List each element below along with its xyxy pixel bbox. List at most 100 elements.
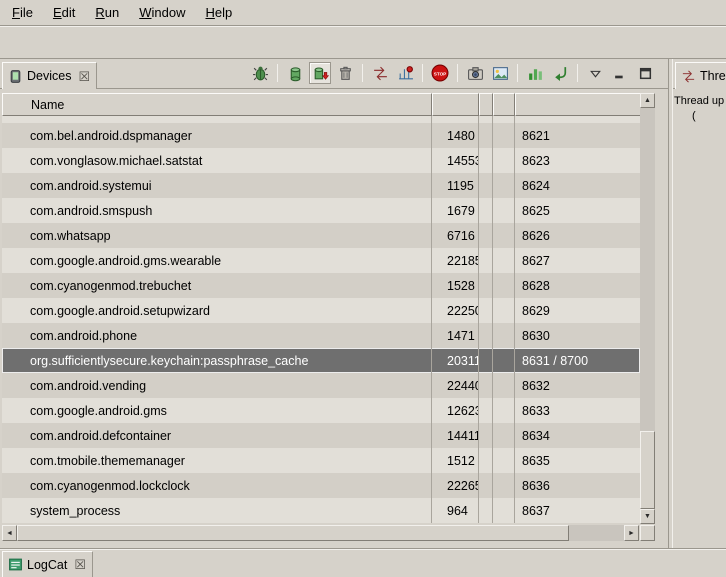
table-row[interactable]: com.cyanogenmod.trebuchet15288628 xyxy=(2,273,640,298)
column-header-thread[interactable] xyxy=(493,93,515,116)
cell-name xyxy=(2,116,432,123)
cell-heap xyxy=(479,116,493,123)
close-icon[interactable]: ☒ xyxy=(78,70,90,83)
cell-port: 8625 xyxy=(515,198,640,223)
menu-window[interactable]: Window xyxy=(129,1,195,24)
hierarchy-view-icon[interactable] xyxy=(489,62,511,84)
cell-pid: 1528 xyxy=(432,273,479,298)
screen-capture-icon[interactable] xyxy=(464,62,486,84)
update-heap-icon[interactable] xyxy=(284,62,306,84)
cause-gc-icon[interactable] xyxy=(334,62,356,84)
devices-view: Devices ☒ STOP Name xyxy=(0,59,669,548)
eclipse-window: FileEditRunWindowHelp Devices ☒ STOP Nam… xyxy=(0,0,726,577)
cell-name: com.vonglasow.michael.satstat xyxy=(2,148,432,173)
cell-heap xyxy=(479,348,493,373)
cell-heap xyxy=(479,198,493,223)
cell-name: com.android.phone xyxy=(2,323,432,348)
cell-name: com.tmobile.thememanager xyxy=(2,448,432,473)
stop-process-icon[interactable]: STOP xyxy=(429,62,451,84)
cell-pid: 1679 xyxy=(432,198,479,223)
scroll-left-icon[interactable]: ◄ xyxy=(2,525,17,541)
table-row[interactable]: org.sufficientlysecure.keychain:passphra… xyxy=(2,348,640,373)
tab-devices[interactable]: Devices ☒ xyxy=(2,62,97,89)
debug-process-icon[interactable] xyxy=(249,62,271,84)
cell-name: org.sufficientlysecure.keychain:passphra… xyxy=(2,348,432,373)
cell-thread xyxy=(493,198,515,223)
dump-hprof-icon[interactable] xyxy=(309,62,331,84)
cell-thread xyxy=(493,123,515,148)
table-row[interactable]: com.tmobile.thememanager15128635 xyxy=(2,448,640,473)
sysinfo-icon[interactable] xyxy=(524,62,546,84)
table-row[interactable]: com.google.android.setupwizard222508629 xyxy=(2,298,640,323)
cell-thread xyxy=(493,173,515,198)
cell-pid: 12623 xyxy=(432,398,479,423)
scroll-down-icon[interactable]: ▼ xyxy=(640,509,655,524)
tab-logcat[interactable]: LogCat ☒ xyxy=(2,551,93,577)
toolbar-separator xyxy=(457,64,458,82)
logcat-icon xyxy=(8,557,23,572)
scroll-right-icon[interactable]: ► xyxy=(624,525,639,541)
h-scroll-thumb[interactable] xyxy=(17,525,569,541)
method-profiling-icon[interactable] xyxy=(394,62,416,84)
table-row[interactable]: com.google.android.gms.wearable221858627 xyxy=(2,248,640,273)
cell-pid: 1512 xyxy=(432,448,479,473)
column-header-name[interactable]: Name xyxy=(2,93,432,116)
vertical-scrollbar[interactable]: ▲ ▼ xyxy=(640,93,655,524)
table-row[interactable]: com.bel.android.dspmanager1480 8621 xyxy=(2,123,640,148)
table-row[interactable]: system_process9648637 xyxy=(2,498,640,523)
table-row[interactable]: com.vonglasow.michael.satstat145538623 xyxy=(2,148,640,173)
menu-bar: FileEditRunWindowHelp xyxy=(0,0,726,26)
cell-name: com.cyanogenmod.trebuchet xyxy=(2,273,432,298)
tab-threads[interactable]: Threads xyxy=(675,62,726,89)
cell-name: com.android.vending xyxy=(2,373,432,398)
column-header-heap[interactable] xyxy=(479,93,493,116)
column-header-pid[interactable] xyxy=(432,93,479,116)
toolbar-separator xyxy=(577,64,578,82)
table-row[interactable]: com.android.defcontainer144118634 xyxy=(2,423,640,448)
scroll-up-icon[interactable]: ▲ xyxy=(640,93,655,108)
logcat-close-icon[interactable]: ☒ xyxy=(74,558,86,571)
cell-thread xyxy=(493,498,515,523)
menu-file[interactable]: File xyxy=(2,1,43,24)
update-threads-icon[interactable] xyxy=(369,62,391,84)
horizontal-scrollbar[interactable]: ◄ ► xyxy=(2,525,639,541)
menu-edit[interactable]: Edit xyxy=(43,1,85,24)
cell-name: com.android.systemui xyxy=(2,173,432,198)
cell-name: com.bel.android.dspmanager xyxy=(2,123,432,148)
cell-thread xyxy=(493,273,515,298)
table-row[interactable]: com.android.smspush16798625 xyxy=(2,198,640,223)
cell-name: system_process xyxy=(2,498,432,523)
cell-pid: 964 xyxy=(432,498,479,523)
column-header-port[interactable] xyxy=(515,93,640,116)
cell-name: com.android.defcontainer xyxy=(2,423,432,448)
cell-thread xyxy=(493,348,515,373)
cell-pid: 1471 xyxy=(432,323,479,348)
table-row[interactable]: com.android.systemui11958624 xyxy=(2,173,640,198)
devices-tab-label: Devices xyxy=(27,69,71,83)
table-row[interactable]: com.whatsapp67168626 xyxy=(2,223,640,248)
cell-port: 8630 xyxy=(515,323,640,348)
scroll-thumb[interactable] xyxy=(640,431,655,509)
cell-thread xyxy=(493,373,515,398)
table-row[interactable]: com.cyanogenmod.lockclock222658636 xyxy=(2,473,640,498)
cell-heap xyxy=(479,448,493,473)
cell-port xyxy=(515,116,640,123)
cell-thread xyxy=(493,116,515,123)
threads-tab-bar: Threads xyxy=(673,59,726,89)
menu-run[interactable]: Run xyxy=(85,1,129,24)
table-row[interactable]: com.android.phone1471 8630 xyxy=(2,323,640,348)
cell-pid: 1480 xyxy=(432,123,479,148)
minimize-icon[interactable] xyxy=(609,62,631,84)
logcat-bar: LogCat ☒ xyxy=(0,548,726,577)
maximize-icon[interactable] xyxy=(634,62,656,84)
table-row[interactable]: com.google.android.gms126238633 xyxy=(2,398,640,423)
cell-port: 8621 xyxy=(515,123,640,148)
cell-heap xyxy=(479,423,493,448)
table-row[interactable]: com.android.vending224408632 xyxy=(2,373,640,398)
cell-port: 8626 xyxy=(515,223,640,248)
menu-help[interactable]: Help xyxy=(195,1,242,24)
cell-port: 8631 / 8700 xyxy=(515,348,640,373)
pull-file-icon[interactable] xyxy=(549,62,571,84)
view-menu-icon[interactable] xyxy=(584,62,606,84)
threads-message: Thread up ( xyxy=(673,89,726,124)
